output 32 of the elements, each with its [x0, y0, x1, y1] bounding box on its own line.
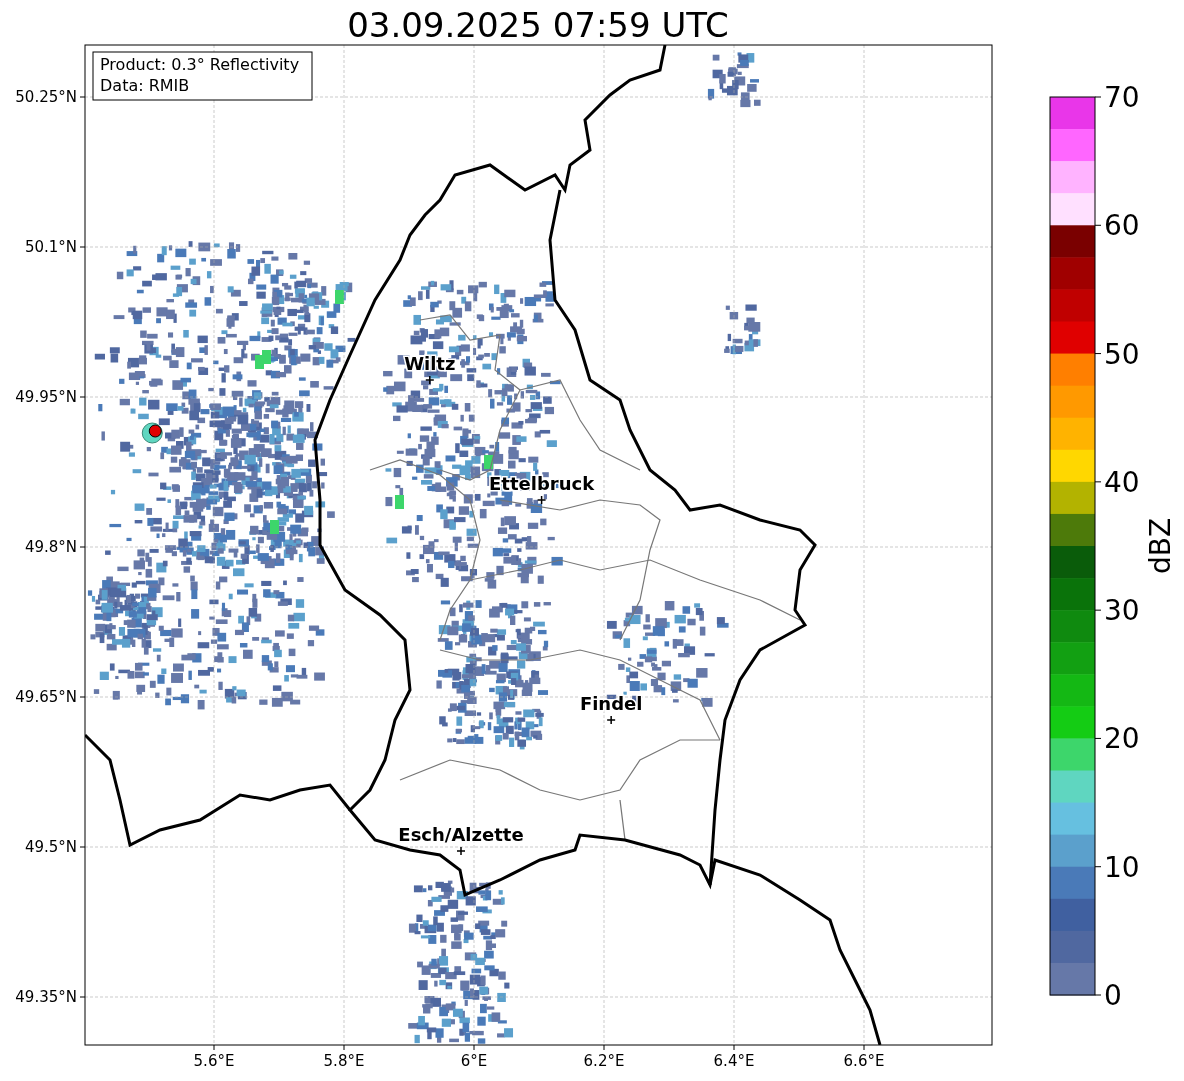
radar-site-icon	[141, 422, 163, 444]
axis-tick-label: 49.8°N	[24, 538, 77, 556]
colorbar-tick-label: 40	[1104, 465, 1140, 499]
city-label: Findel	[579, 693, 643, 714]
colorbar-tick-label: 10	[1104, 850, 1140, 884]
colorbar-tick-label: 0	[1104, 979, 1122, 1012]
axis-tick-label: 6.6°E	[843, 1052, 885, 1070]
info-text: Product: 0.3° Reflectivity	[100, 55, 300, 74]
city-marker-icon	[606, 715, 616, 725]
chart-title: 03.09.2025 07:59 UTC	[347, 5, 729, 45]
axis-tick-label: 50.25°N	[15, 88, 77, 106]
colorbar-tick-label: 20	[1104, 722, 1140, 756]
city-label: Esch/Alzette	[398, 824, 524, 845]
axis-tick-label: 5.8°E	[323, 1052, 365, 1070]
axis-tick-label: 5.6°E	[193, 1052, 235, 1070]
axis-tick-label: 50.1°N	[24, 238, 77, 256]
axis-tick-label: 49.65°N	[15, 688, 77, 706]
colorbar-tick-label: 70	[1104, 81, 1140, 114]
city-marker-icon	[425, 375, 435, 385]
axis-tick-label: 49.35°N	[15, 988, 77, 1006]
colorbar-tick-label: 50	[1104, 337, 1140, 371]
axis-tick-label: 6.2°E	[583, 1052, 625, 1070]
axis-tick-label: 49.5°N	[24, 838, 77, 856]
info-text: Data: RMIB	[100, 76, 190, 95]
colorbar-tick-label: 60	[1104, 209, 1140, 243]
city-marker-icon	[536, 495, 547, 505]
colorbar-label: dBZ	[1144, 517, 1177, 575]
axis-tick-label: 6.4°E	[713, 1052, 755, 1070]
colorbar-tick-label: 30	[1104, 594, 1140, 628]
city-marker-icon	[456, 846, 466, 856]
axis-tick-label: 49.95°N	[15, 388, 77, 406]
axis-tick-label: 6°E	[460, 1052, 488, 1070]
